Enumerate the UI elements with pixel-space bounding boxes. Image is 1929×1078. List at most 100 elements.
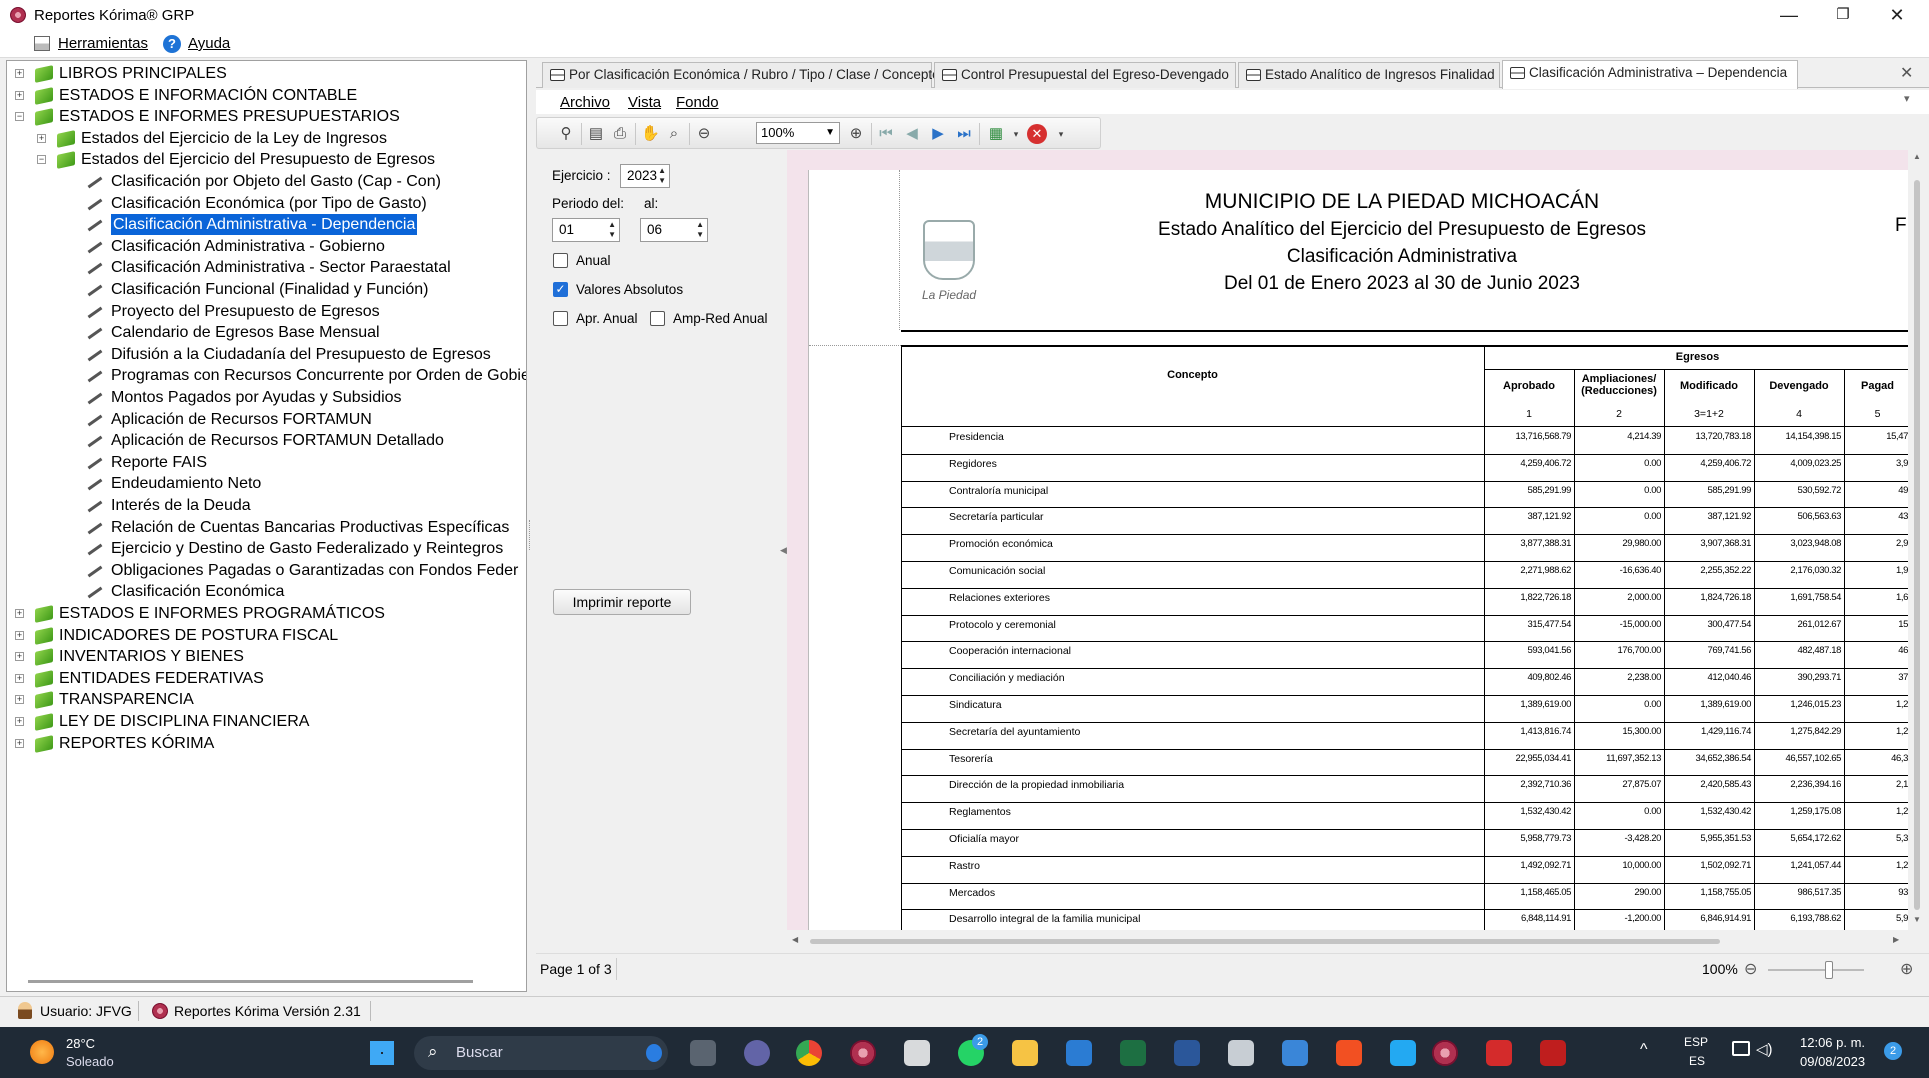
tree-item[interactable]: Difusión a la Ciudadanía del Presupuesto…	[7, 344, 526, 365]
zoom-in-icon[interactable]: ⊕	[847, 125, 865, 143]
last-page-icon[interactable]: ⏭	[955, 125, 973, 143]
expand-icon[interactable]: +	[15, 673, 24, 683]
file-explorer-icon[interactable]	[1012, 1040, 1038, 1066]
windows-start-icon[interactable]	[370, 1041, 394, 1065]
zoom-out-icon[interactable]: ⊖	[1744, 959, 1757, 979]
scroll-right-icon[interactable]: ▶	[1893, 935, 1899, 944]
tree-item[interactable]: Programas con Recursos Concurrente por O…	[7, 365, 526, 386]
expand-icon[interactable]: +	[15, 69, 24, 78]
tray-chevron-icon[interactable]: ^	[1640, 1041, 1648, 1059]
spinner-arrows-icon[interactable]: ▲ ▼	[658, 166, 666, 186]
tree-item[interactable]: Interés de la Deuda	[7, 495, 526, 516]
report-tab[interactable]: Clasificación Administrativa – Dependenc…	[1502, 60, 1798, 89]
page-setup-icon[interactable]: ▤	[587, 125, 605, 143]
print-report-button[interactable]: Imprimir reporte	[553, 589, 691, 615]
notepad-icon[interactable]	[1282, 1040, 1308, 1066]
word-icon[interactable]	[1174, 1040, 1200, 1066]
spinner-arrows-icon[interactable]: ▲ ▼	[696, 220, 704, 240]
weather-desc[interactable]: Soleado	[66, 1054, 114, 1069]
calculator-icon[interactable]	[1228, 1040, 1254, 1066]
zoom-out-icon[interactable]: ⊖	[695, 125, 713, 143]
tree-item[interactable]: − ESTADOS E INFORMES PRESUPUESTARIOS	[7, 106, 526, 127]
tree-item[interactable]: + INVENTARIOS Y BIENES	[7, 646, 526, 667]
tree-item[interactable]: Calendario de Egresos Base Mensual	[7, 322, 526, 343]
spinner-arrows-icon[interactable]: ▲ ▼	[608, 220, 616, 240]
korima-icon[interactable]	[850, 1040, 876, 1066]
network-icon[interactable]	[1732, 1041, 1750, 1056]
preview-vertical-scrollbar[interactable]: ▲ ▼	[1908, 150, 1928, 930]
acrobat-icon[interactable]	[1486, 1040, 1512, 1066]
chrome-icon[interactable]	[796, 1040, 822, 1066]
print-icon[interactable]: ⎙	[611, 125, 629, 143]
tree-item[interactable]: Montos Pagados por Ayudas y Subsidios	[7, 387, 526, 408]
tree-item[interactable]: Aplicación de Recursos FORTAMUN Detallad…	[7, 430, 526, 451]
collapse-arrow-icon[interactable]: ◀	[780, 545, 787, 556]
tree-item[interactable]: − Estados del Ejercicio del Presupuesto d…	[7, 149, 526, 170]
office-icon[interactable]	[1336, 1040, 1362, 1066]
menu-view[interactable]: Vista	[628, 94, 661, 111]
prev-page-icon[interactable]: ◀	[903, 125, 921, 143]
vscode-icon[interactable]	[1390, 1040, 1416, 1066]
tree-item[interactable]: Proyecto del Presupuesto de Egresos	[7, 301, 526, 322]
tree-item[interactable]: Clasificación Económica	[7, 581, 526, 602]
tree-horizontal-scrollbar[interactable]	[28, 980, 473, 983]
filezilla-icon[interactable]	[1540, 1040, 1566, 1066]
scroll-thumb[interactable]	[1914, 180, 1920, 910]
tree-item[interactable]: Clasificación Administrativa - Sector Pa…	[7, 257, 526, 278]
task-view-icon[interactable]	[690, 1040, 716, 1066]
weather-temp[interactable]: 28°C	[66, 1036, 95, 1051]
period-to-spinner[interactable]: 06 ▲ ▼	[640, 218, 708, 242]
stop-icon[interactable]: ✕	[1027, 124, 1047, 144]
zoom-in-icon[interactable]: ⊕	[1900, 959, 1913, 979]
tree-item[interactable]: + REPORTES KÓRIMA	[7, 733, 526, 754]
report-tab[interactable]: Por Clasificación Económica / Rubro / Ti…	[542, 62, 940, 88]
collapse-icon[interactable]: −	[37, 155, 46, 165]
binoculars-icon[interactable]: ⚲	[557, 125, 575, 143]
anual-checkbox[interactable]	[553, 253, 568, 268]
scroll-down-icon[interactable]: ▼	[1913, 915, 1921, 924]
stop-dropdown-icon[interactable]: ▾	[1052, 125, 1070, 143]
first-page-icon[interactable]: ⏮	[877, 125, 895, 143]
chevron-down-icon[interactable]: ▾	[1904, 92, 1910, 105]
menu-file[interactable]: Archivo	[560, 94, 610, 111]
zoom-slider-thumb[interactable]	[1825, 961, 1833, 979]
teams-icon[interactable]	[744, 1040, 770, 1066]
volume-icon[interactable]: ◁)	[1756, 1040, 1773, 1058]
network-app-icon[interactable]	[904, 1040, 930, 1066]
export-icon[interactable]: ▦	[987, 125, 1005, 143]
amp-red-anual-checkbox[interactable]	[650, 311, 665, 326]
export-dropdown-icon[interactable]: ▾	[1007, 125, 1025, 143]
expand-icon[interactable]: +	[15, 90, 24, 100]
tree-item[interactable]: + INDICADORES DE POSTURA FISCAL	[7, 625, 526, 646]
menu-background[interactable]: Fondo	[676, 94, 719, 111]
tree-item[interactable]: Reporte FAIS	[7, 452, 526, 473]
language-sub-label[interactable]: ES	[1689, 1054, 1705, 1068]
tree-item[interactable]: Relación de Cuentas Bancarias Productiva…	[7, 517, 526, 538]
weather-sun-icon[interactable]	[30, 1040, 54, 1064]
scroll-thumb[interactable]	[810, 939, 1720, 944]
apr-anual-checkbox[interactable]	[553, 311, 568, 326]
hand-tool-icon[interactable]: ✋	[641, 125, 660, 143]
report-tab[interactable]: Estado Analítico de Ingresos Finalidad	[1238, 62, 1500, 88]
expand-icon[interactable]: +	[15, 652, 24, 662]
tree-item[interactable]: + TRANSPARENCIA	[7, 689, 526, 710]
clock-time[interactable]: 12:06 p. m.	[1800, 1035, 1865, 1050]
close-tab-icon[interactable]: ✕	[1900, 63, 1913, 83]
splitter-handle[interactable]	[529, 520, 533, 550]
tree-item[interactable]: + LIBROS PRINCIPALES	[7, 63, 526, 84]
korima-active-icon[interactable]	[1432, 1040, 1458, 1066]
excel-icon[interactable]	[1120, 1040, 1146, 1066]
tree-item[interactable]: + ENTIDADES FEDERATIVAS	[7, 668, 526, 689]
expand-icon[interactable]: +	[15, 630, 24, 640]
scroll-up-icon[interactable]: ▲	[1913, 152, 1921, 161]
zoom-select[interactable]: 100% ▼	[756, 122, 840, 144]
clock-date[interactable]: 09/08/2023	[1800, 1054, 1865, 1069]
magnifier-icon[interactable]: ⌕	[665, 125, 683, 143]
collapse-icon[interactable]: −	[15, 112, 24, 122]
preview-horizontal-scrollbar[interactable]: ◀ ▶	[787, 932, 1910, 950]
expand-icon[interactable]: +	[37, 133, 46, 143]
notification-badge[interactable]: 2	[1884, 1042, 1902, 1060]
tree-item[interactable]: Clasificación Administrativa - Gobierno	[7, 236, 526, 257]
expand-icon[interactable]: +	[15, 609, 24, 618]
close-button[interactable]: ✕	[1874, 0, 1920, 30]
